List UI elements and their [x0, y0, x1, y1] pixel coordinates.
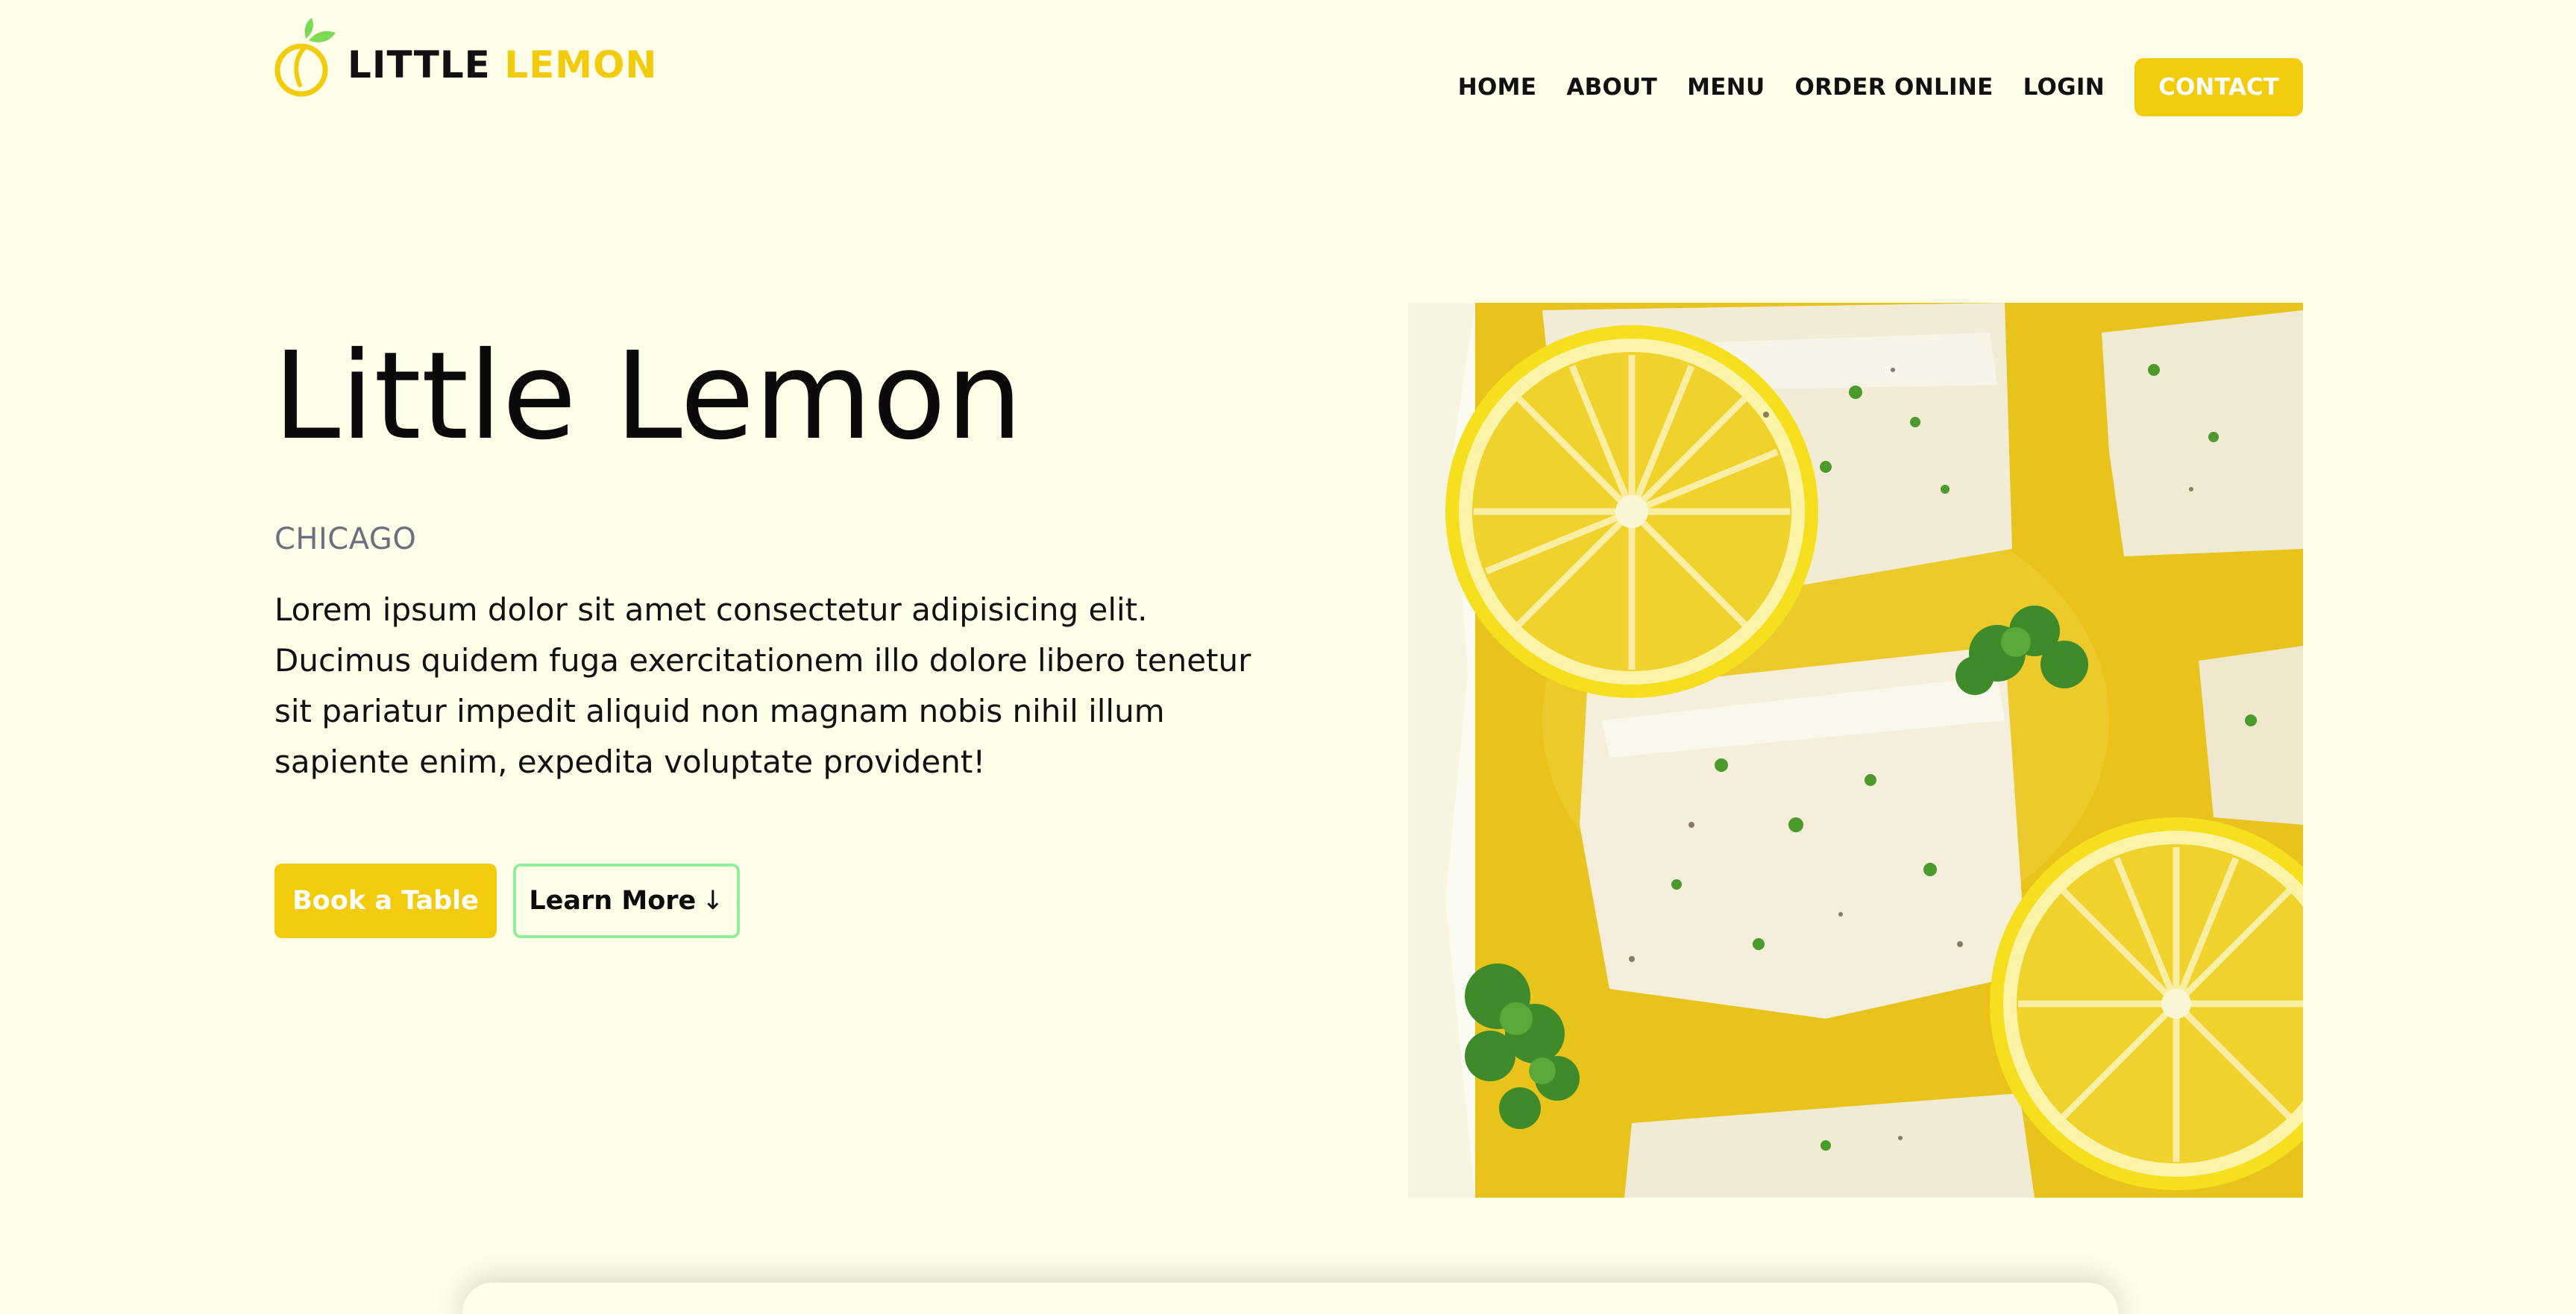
hero-image: [1408, 303, 2303, 1198]
learn-more-label: Learn More: [529, 886, 697, 916]
learn-more-button[interactable]: Learn More ↓: [513, 864, 740, 938]
hero-description: Lorem ipsum dolor sit amet consectetur a…: [274, 591, 1251, 780]
brand-name: LITTLE LEMON: [348, 43, 657, 87]
nav-menu[interactable]: MENU: [1687, 74, 1765, 101]
nav-login[interactable]: LOGIN: [2023, 74, 2105, 101]
book-table-button[interactable]: Book a Table: [274, 864, 497, 938]
next-section-edge: [462, 1283, 2118, 1314]
lemon-icon: [274, 18, 336, 97]
hero-city: CHICAGO: [274, 522, 417, 556]
nav-order-online[interactable]: ORDER ONLINE: [1794, 74, 1993, 101]
brand-word-lemon: LEMON: [504, 43, 658, 87]
logo[interactable]: LITTLE LEMON: [273, 16, 657, 98]
arrow-down-icon: ↓: [702, 886, 724, 916]
contact-button[interactable]: CONTACT: [2134, 58, 2303, 116]
nav-about[interactable]: ABOUT: [1566, 74, 1657, 101]
brand-word-little: LITTLE: [348, 43, 491, 87]
nav-home[interactable]: HOME: [1458, 74, 1537, 101]
main-nav: HOME ABOUT MENU ORDER ONLINE LOGIN CONTA…: [1428, 57, 2303, 117]
hero-actions: Book a Table Learn More ↓: [274, 864, 740, 938]
hero-title: Little Lemon: [273, 327, 1023, 467]
lemon-fish-photo: [1408, 303, 2303, 1198]
page: LITTLE LEMON HOME ABOUT MENU ORDER ONLIN…: [0, 0, 2576, 1314]
